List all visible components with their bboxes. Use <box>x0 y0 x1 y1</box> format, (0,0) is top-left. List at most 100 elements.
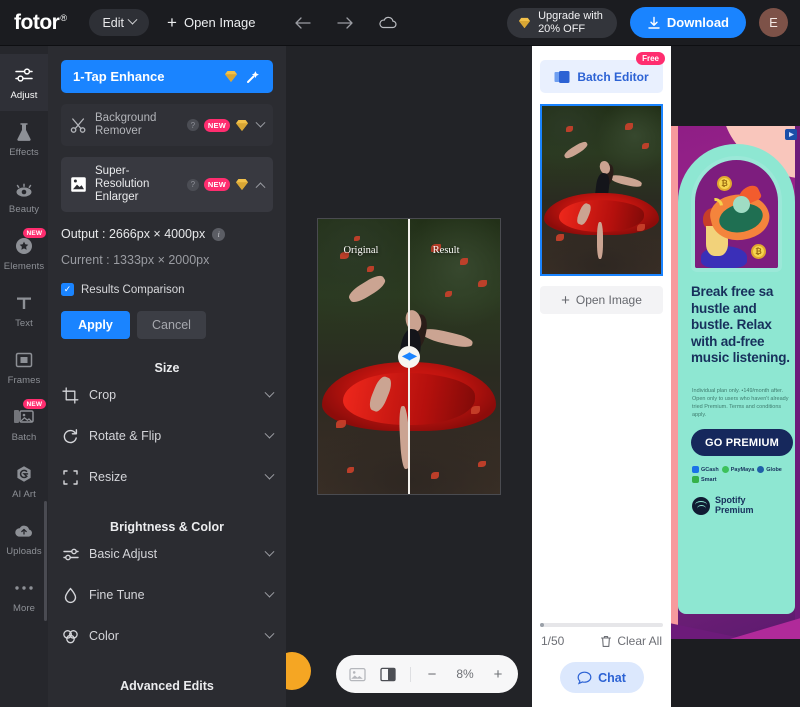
tool-background-remover[interactable]: Background Remover ? NEW <box>61 104 273 146</box>
chevron-down-icon <box>127 14 138 25</box>
batch-scrollbar[interactable] <box>540 623 663 627</box>
results-comparison-checkbox[interactable]: ✓ Results Comparison <box>61 283 273 296</box>
edit-menu-button[interactable]: Edit <box>89 9 150 36</box>
open-image-batch-button[interactable]: + Open Image <box>540 286 663 314</box>
apply-button[interactable]: Apply <box>61 311 130 339</box>
chat-button[interactable]: Chat <box>559 662 644 693</box>
ad-payment-methods: GCash PayMaya Globe Smart <box>692 466 796 483</box>
sidebar-item-ai-art[interactable]: AI Art <box>0 453 48 510</box>
chevron-up-icon[interactable] <box>255 182 266 193</box>
leaf-decor <box>459 257 468 265</box>
chevron-down-icon[interactable] <box>264 469 275 480</box>
diamond-icon <box>236 179 248 190</box>
panel-row-color[interactable]: Color <box>61 616 275 657</box>
sliders-icon <box>61 545 80 564</box>
arrow-left-icon[interactable] <box>294 15 312 31</box>
help-icon[interactable]: ? <box>186 119 199 131</box>
floating-orange-widget[interactable] <box>286 652 311 690</box>
open-image-button[interactable]: + Open Image <box>167 14 255 31</box>
current-size-label: Current : 1333px × 2000px <box>61 253 210 267</box>
top-bar-right: Upgrade with 20% OFF Download E <box>507 7 800 38</box>
panel-row-label: Crop <box>89 388 117 402</box>
app-logo[interactable]: fotor® <box>14 11 67 35</box>
advertisement-banner[interactable]: ₿ ₿ Break free sa hustle and bustle. Rel… <box>671 126 800 639</box>
section-title-brightness-color: Brightness & Color <box>110 520 224 534</box>
sidebar-item-label: Beauty <box>8 204 40 215</box>
avatar-initial: E <box>769 15 778 30</box>
chevron-down-icon[interactable] <box>264 587 275 598</box>
arrow-right-icon[interactable] <box>336 15 354 31</box>
chevron-down-icon[interactable] <box>264 387 275 398</box>
panel-row-crop[interactable]: Crop <box>61 375 275 416</box>
photo-ballerina-thumb <box>542 106 661 274</box>
ad-cta-button[interactable]: GO PREMIUM <box>691 429 793 456</box>
batch-scrollbar-thumb[interactable] <box>540 623 544 627</box>
batch-editor-button[interactable]: Free Batch Editor <box>540 52 665 93</box>
trash-icon <box>601 635 612 647</box>
chevron-down-icon[interactable] <box>264 628 275 639</box>
clear-all-button[interactable]: Clear All <box>600 634 662 648</box>
zoom-out-button[interactable]: − <box>425 666 439 683</box>
fotor-editor-app: fotor® Edit + Open Image Upgrade with 20… <box>0 0 800 707</box>
label-original: Original <box>343 245 379 257</box>
zoom-toolbar: − 8% + <box>336 655 518 693</box>
download-label: Download <box>666 15 729 30</box>
rail-scrollbar[interactable] <box>44 501 47 621</box>
batch-editor-label: Batch Editor <box>577 69 649 84</box>
star-badge-icon <box>13 235 35 257</box>
sliders-icon <box>13 64 35 86</box>
panel-row-resize[interactable]: Resize <box>61 457 275 498</box>
payment-smart: Smart <box>692 476 717 483</box>
chevron-down-icon[interactable] <box>264 428 275 439</box>
cancel-button[interactable]: Cancel <box>137 311 206 339</box>
avatar[interactable]: E <box>759 8 788 37</box>
sidebar-item-effects[interactable]: Effects <box>0 111 48 168</box>
payment-paymaya: PayMaya <box>721 466 754 473</box>
batch-thumbnail-item[interactable] <box>540 104 663 276</box>
upgrade-line-1: Upgrade with <box>538 10 603 22</box>
image-icon[interactable] <box>349 667 366 682</box>
panel-row-fine-tune[interactable]: Fine Tune <box>61 575 275 616</box>
info-icon[interactable]: i <box>212 227 226 241</box>
panel-row-basic-adjust[interactable]: Basic Adjust <box>61 534 275 575</box>
sidebar-item-label: More <box>12 603 36 614</box>
results-comparison-label: Results Comparison <box>81 283 185 296</box>
sidebar-item-label: Text <box>15 318 33 329</box>
batch-count-row: 1/50 Clear All <box>532 627 671 648</box>
chevron-down-icon[interactable] <box>255 117 266 128</box>
sidebar-item-label: Frames <box>7 375 41 386</box>
sidebar-item-frames[interactable]: Frames <box>0 339 48 396</box>
new-badge: NEW <box>203 178 230 191</box>
zoom-in-button[interactable]: + <box>491 666 505 683</box>
leaf-decor <box>478 279 488 287</box>
tool-label: Super-Resolution Enlarger <box>95 165 150 203</box>
trademark-symbol: ® <box>60 12 67 23</box>
cloud-icon[interactable] <box>378 15 398 31</box>
sidebar-item-uploads[interactable]: Uploads <box>0 510 48 567</box>
crop-icon <box>61 386 80 405</box>
upgrade-button[interactable]: Upgrade with 20% OFF <box>507 7 617 38</box>
sidebar-item-text[interactable]: Text <box>0 282 48 339</box>
one-tap-enhance-button[interactable]: 1-Tap Enhance <box>61 60 273 93</box>
sidebar-item-elements[interactable]: NEW Elements <box>0 225 48 282</box>
sidebar-item-more[interactable]: More <box>0 567 48 624</box>
sidebar-item-batch[interactable]: NEW Batch <box>0 396 48 453</box>
panel-row-rotate-flip[interactable]: Rotate & Flip <box>61 416 275 457</box>
sidebar-item-adjust[interactable]: Adjust <box>0 54 48 111</box>
adchoices-icon[interactable] <box>785 129 797 140</box>
panel-row-label: Basic Adjust <box>89 547 158 561</box>
text-t-icon <box>13 292 35 314</box>
ad-fine-print: Individual plan only. •149/month after. … <box>692 388 789 418</box>
download-button[interactable]: Download <box>629 7 746 38</box>
leaf-decor <box>470 406 480 414</box>
help-icon[interactable]: ? <box>186 178 199 191</box>
tool-super-resolution-enlarger[interactable]: Super-Resolution Enlarger ? NEW <box>61 157 273 212</box>
ellipsis-icon <box>13 577 35 599</box>
compare-slider-icon[interactable]: ◀▶ <box>398 345 420 368</box>
batch-layers-icon <box>554 70 570 83</box>
new-badge: NEW <box>23 399 46 409</box>
split-view-icon[interactable] <box>380 667 396 682</box>
image-comparison-viewer[interactable]: Original Result ◀▶ <box>317 218 501 495</box>
chevron-down-icon[interactable] <box>264 546 275 557</box>
sidebar-item-beauty[interactable]: Beauty <box>0 168 48 225</box>
